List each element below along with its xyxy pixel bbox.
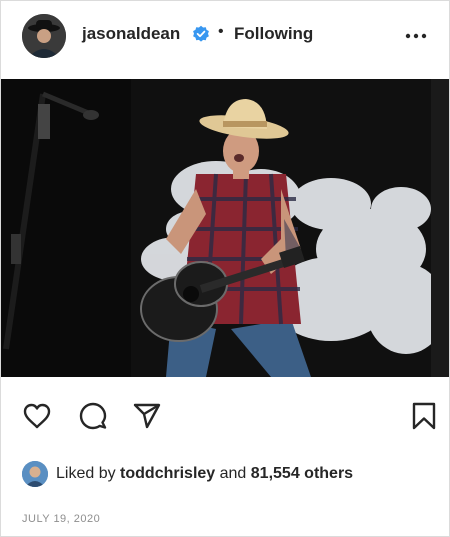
paper-plane-icon[interactable] — [132, 401, 162, 431]
likes-and: and — [215, 465, 251, 482]
following-button[interactable]: Following — [234, 24, 313, 44]
verified-badge-icon — [193, 25, 209, 42]
separator-dot: • — [218, 23, 224, 40]
likes-row: Liked by toddchrisley and 81,554 others — [22, 461, 353, 487]
instagram-post: jasonaldean • Following Liked by toddchr… — [0, 0, 450, 537]
liked-by-prefix: Liked by — [56, 465, 121, 482]
post-actions — [1, 393, 449, 443]
liker-username-link[interactable]: toddchrisley — [120, 465, 215, 482]
more-options-icon[interactable] — [405, 26, 427, 46]
likes-text: Liked by toddchrisley and 81,554 others — [56, 465, 353, 483]
liker-avatar[interactable] — [22, 461, 48, 487]
liker-avatar-image — [22, 461, 48, 487]
post-header: jasonaldean • Following — [1, 1, 449, 79]
avatar[interactable] — [22, 14, 66, 58]
post-photo[interactable] — [1, 79, 449, 377]
post-date[interactable]: JULY 19, 2020 — [22, 513, 100, 525]
username-link[interactable]: jasonaldean — [82, 24, 180, 44]
likes-count-link[interactable]: 81,554 others — [251, 465, 353, 482]
concert-photo — [1, 79, 449, 377]
bookmark-icon[interactable] — [409, 401, 439, 431]
comment-icon[interactable] — [78, 401, 108, 431]
heart-icon[interactable] — [22, 401, 52, 431]
avatar-image — [22, 14, 66, 58]
